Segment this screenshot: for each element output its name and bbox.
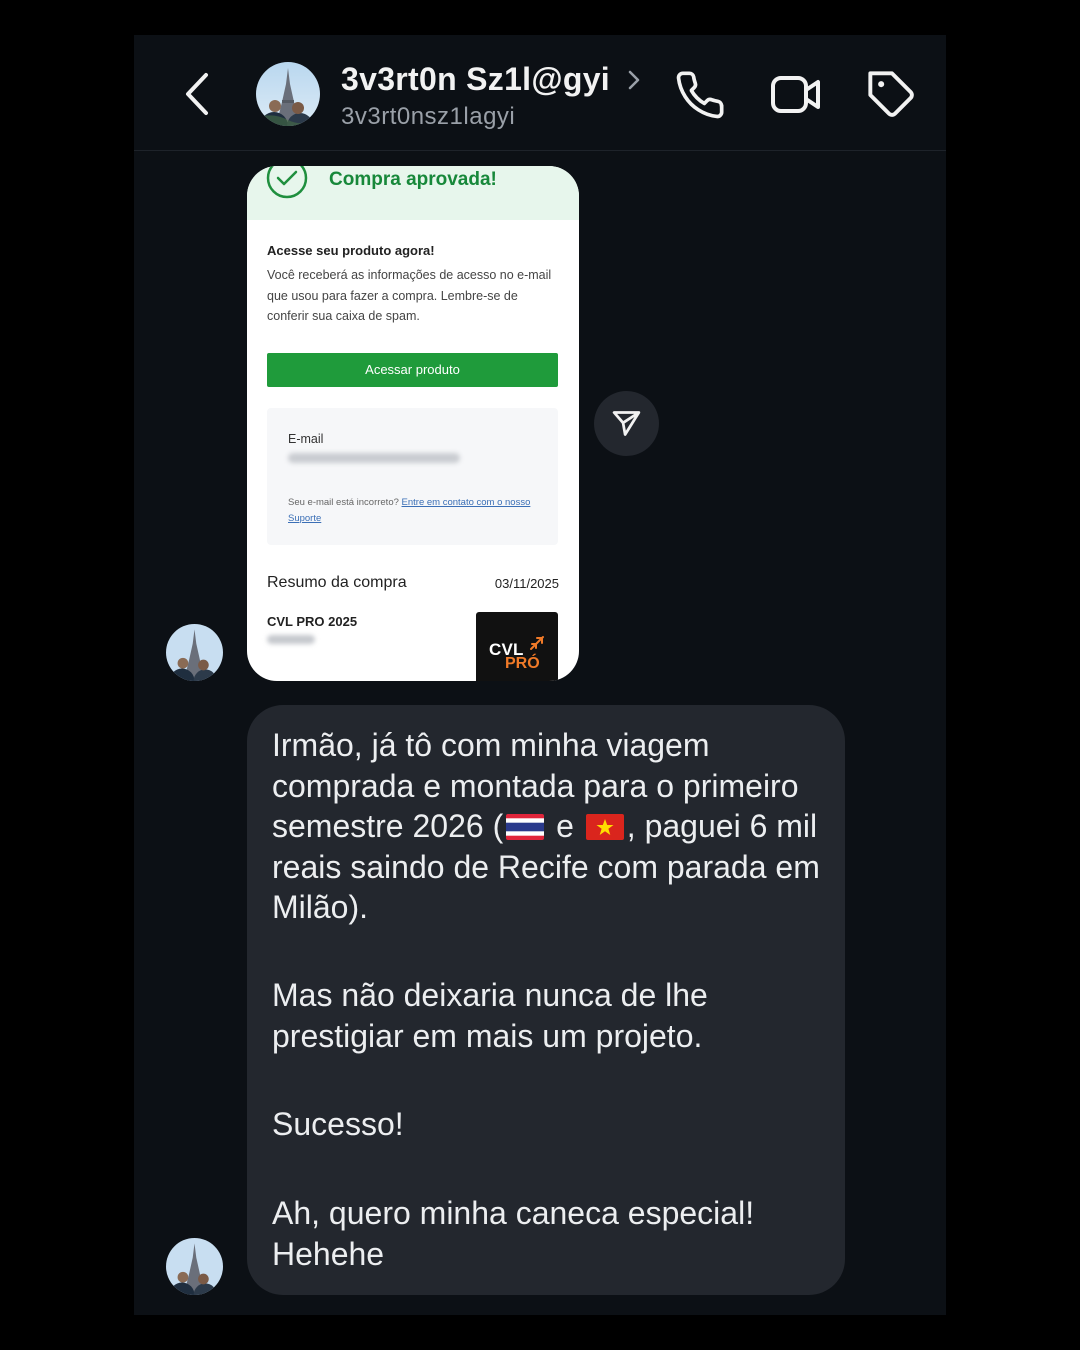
phone-icon[interactable] [674,69,726,121]
approval-title: Compra aprovada! [329,169,497,190]
email-box: E-mail Seu e-mail está incorreto? Entre … [267,408,558,545]
access-product-button[interactable]: Acessar produto [267,353,558,387]
contact-name[interactable]: 3v3rt0n Sz1l@gyi [341,61,610,98]
chevron-right-icon[interactable] [626,67,642,93]
logo-text-pro: PRÓ [505,655,540,672]
video-camera-icon[interactable] [770,69,822,121]
message-paragraph-2: Mas não deixaria nunca de lhe prestigiar… [272,977,708,1054]
product-logo: CVL PRÓ [476,612,558,681]
dm-screen: 3v3rt0n Sz1l@gyi 3v3rt0nsz1lagyi Compra … [134,35,946,1315]
shared-purchase-screenshot[interactable]: Compra aprovada! Acesse seu produto agor… [247,166,579,681]
share-forward-button[interactable] [594,391,659,456]
back-arrow-icon[interactable] [180,71,216,117]
access-description: Você receberá as informações de acesso n… [267,268,552,323]
message-paragraph-3: Sucesso! [272,1106,404,1142]
blurred-product-detail [267,635,315,644]
message-paragraph-4: Ah, quero minha caneca especial! Hehehe [272,1195,755,1272]
email-note-text: Seu e-mail está incorreto? [288,497,402,508]
summary-date: 03/11/2025 [494,576,559,591]
check-circle-icon [265,166,309,200]
summary-label: Resumo da compra [267,574,407,591]
chat-header: 3v3rt0n Sz1l@gyi 3v3rt0nsz1lagyi [134,35,946,151]
product-name: CVL PRO 2025 [267,614,358,629]
message-paragraph-1: Irmão, já tô com minha viagem comprada e… [272,725,832,928]
blurred-email-value [288,453,460,463]
sender-avatar[interactable] [166,624,223,681]
sender-avatar[interactable] [166,1238,223,1295]
approval-banner: Compra aprovada! [247,166,579,220]
message-bubble[interactable]: Irmão, já tô com minha viagem comprada e… [247,705,845,1295]
message-text: e [547,808,583,844]
contact-avatar[interactable] [256,62,320,126]
contact-username: 3v3rt0nsz1lagyi [341,103,516,130]
vietnam-flag-icon [585,814,624,840]
airplane-icon [529,635,545,651]
thailand-flag-icon [506,814,545,840]
tag-icon[interactable] [866,69,918,121]
paper-plane-icon [612,411,641,436]
email-note: Seu e-mail está incorreto? Entre em cont… [288,495,543,526]
email-label: E-mail [288,432,324,446]
access-title: Acesse seu produto agora! [267,243,435,258]
